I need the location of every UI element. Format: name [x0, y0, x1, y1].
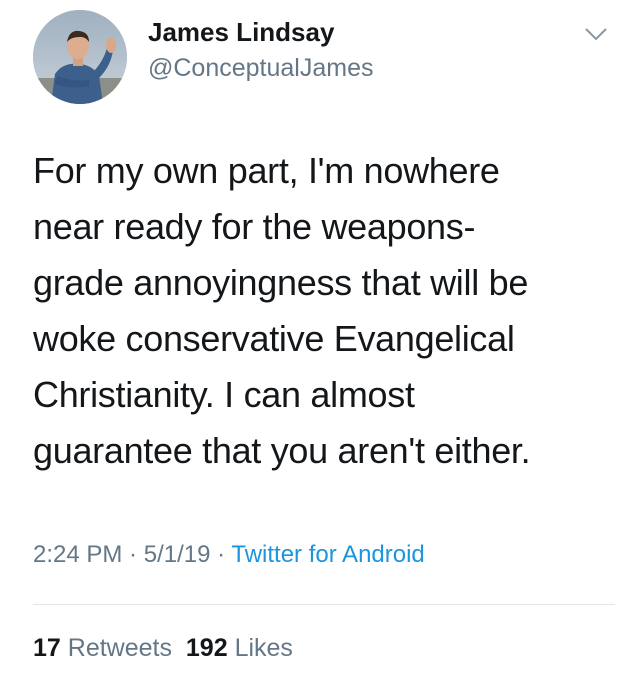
tweet-text-line: Christianity. I can almost [33, 374, 415, 415]
tweet-text-line: grade annoyingness that will be [33, 262, 529, 303]
tweet-text-line: woke conservative Evangelical [33, 318, 515, 359]
author-handle[interactable]: @ConceptualJames [148, 54, 374, 83]
tweet-text-line: near ready for the weapons- [33, 206, 476, 247]
retweets-label: Retweets [67, 634, 172, 662]
retweets-stat[interactable]: 17 Retweets [33, 634, 172, 662]
tweet-time[interactable]: 2:24 PM [33, 541, 122, 568]
likes-label: Likes [234, 634, 293, 662]
likes-count: 192 [185, 634, 228, 662]
tweet-source-link[interactable]: Twitter for Android [231, 541, 424, 568]
profile-photo-avatar-icon [33, 10, 127, 104]
tweet-text-line: For my own part, I'm nowhere [33, 150, 500, 191]
divider [33, 604, 615, 605]
author-avatar[interactable] [33, 10, 127, 104]
tweet-text-line: guarantee that you aren't either. [33, 430, 531, 471]
author-display-name[interactable]: James Lindsay [148, 17, 334, 48]
tweet-text: For my own part, I'm nowhere near ready … [33, 143, 613, 479]
tweet-stats: 17 Retweets 192 Likes [33, 634, 293, 663]
tweet-card: James Lindsay @ConceptualJames For my ow… [0, 0, 640, 683]
tweet-meta: 2:24 PM · 5/1/19 · Twitter for Android [33, 541, 425, 569]
retweets-count: 17 [33, 634, 61, 662]
tweet-date[interactable]: 5/1/19 [144, 541, 211, 568]
likes-stat[interactable]: 192 Likes [186, 634, 293, 662]
chevron-down-icon[interactable] [584, 26, 608, 42]
meta-separator: · [122, 541, 144, 568]
meta-separator: · [210, 541, 232, 568]
